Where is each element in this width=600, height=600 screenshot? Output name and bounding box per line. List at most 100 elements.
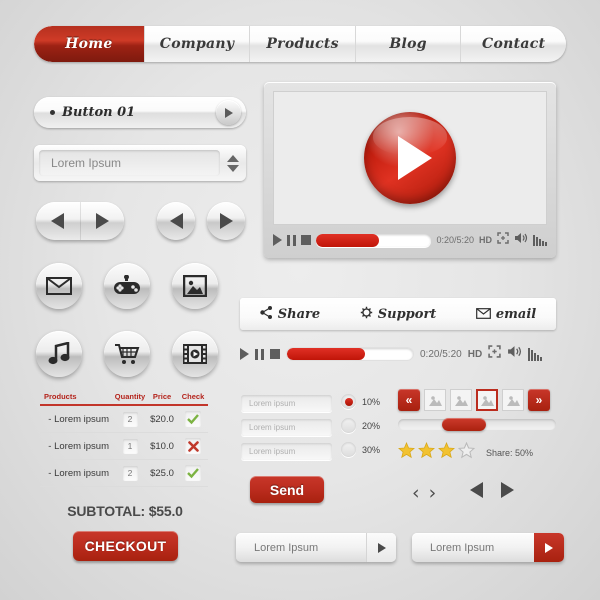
email-button[interactable]: email — [475, 306, 537, 322]
nav-item-products[interactable]: Products — [249, 26, 355, 62]
table-header-row: Products Quantity Price Check — [40, 392, 208, 406]
video-button[interactable] — [172, 331, 218, 377]
carousel-thumbnail[interactable] — [424, 389, 446, 411]
radio-option-20[interactable]: 20% — [341, 418, 380, 433]
search-bar-gray: Lorem Ipsum — [236, 533, 396, 562]
form-input-3[interactable]: Lorem ipsum — [241, 443, 332, 460]
fullscreen-icon[interactable] — [497, 231, 509, 249]
triangle-left-icon[interactable] — [470, 482, 483, 498]
nav-item-label: Contact — [482, 36, 546, 52]
prev-button[interactable] — [36, 202, 81, 240]
music-button[interactable] — [36, 331, 82, 377]
nav-item-home[interactable]: Home — [34, 26, 144, 62]
pause-icon[interactable] — [255, 348, 264, 360]
check-yes-icon[interactable] — [185, 411, 201, 427]
hd-label[interactable]: HD — [468, 349, 482, 360]
speaker-icon[interactable] — [514, 231, 528, 249]
radio-label: 20% — [362, 420, 381, 431]
column-header-price: Price — [152, 392, 172, 401]
pause-icon[interactable] — [287, 234, 296, 246]
nav-item-company[interactable]: Company — [143, 26, 250, 62]
play-arrow-icon[interactable] — [216, 100, 241, 125]
next-icon — [219, 213, 233, 229]
star-empty-icon[interactable] — [457, 441, 476, 464]
cart-button[interactable] — [104, 331, 150, 377]
table-row[interactable]: - Lorem ipsum 2 $25.0 — [40, 460, 208, 487]
carousel-next-button[interactable]: » — [528, 389, 550, 411]
play-icon[interactable] — [240, 348, 249, 360]
radio-button[interactable] — [341, 394, 356, 409]
star-filled-icon[interactable] — [398, 441, 415, 464]
email-label: email — [495, 306, 537, 322]
share-percent-label: Share: 50% — [486, 448, 534, 458]
quantity-value[interactable]: 1 — [122, 438, 138, 454]
play-icon[interactable] — [273, 234, 282, 246]
support-button[interactable]: Support — [360, 306, 437, 322]
gamepad-icon — [113, 275, 141, 297]
hd-label[interactable]: HD — [479, 235, 492, 245]
table-row[interactable]: - Lorem ipsum 1 $10.0 — [40, 433, 208, 460]
chevron-right-icon[interactable]: › — [429, 482, 437, 504]
round-prev-button[interactable] — [157, 202, 195, 240]
form-input-2[interactable]: Lorem ipsum — [241, 419, 332, 436]
radio-option-30[interactable]: 30% — [341, 442, 380, 457]
share-icon — [260, 306, 273, 322]
nav-item-blog[interactable]: Blog — [354, 26, 461, 62]
search-submit-button[interactable] — [534, 533, 564, 562]
send-button[interactable]: Send — [250, 476, 324, 503]
check-no-icon[interactable] — [185, 438, 201, 454]
quantity-value[interactable]: 2 — [122, 465, 138, 481]
envelope-icon — [475, 307, 491, 322]
progress-bar[interactable] — [316, 233, 432, 247]
carousel-thumbnail[interactable] — [502, 389, 524, 411]
gamepad-button[interactable] — [104, 263, 150, 309]
bullet-icon — [50, 110, 55, 115]
triangle-up-icon[interactable] — [227, 154, 239, 162]
carousel-prev-button[interactable]: « — [398, 389, 420, 411]
quantity-value[interactable]: 2 — [122, 411, 138, 427]
envelope-button[interactable] — [36, 263, 82, 309]
search-input[interactable]: Lorem Ipsum — [412, 542, 534, 554]
star-filled-icon[interactable] — [438, 441, 455, 464]
carousel-thumbnail-selected[interactable] — [476, 389, 498, 411]
share-button[interactable]: Share — [260, 306, 320, 322]
radio-button[interactable] — [341, 442, 356, 457]
price-value: $10.0 — [150, 440, 174, 452]
triangle-down-icon[interactable] — [227, 164, 239, 172]
share-label: Share — [277, 306, 321, 322]
fullscreen-icon[interactable] — [488, 345, 501, 363]
progress-bar[interactable] — [286, 347, 414, 361]
time-display: 0:20/5:20 — [436, 235, 474, 245]
search-submit-button[interactable] — [366, 533, 396, 562]
check-yes-icon[interactable] — [185, 465, 201, 481]
video-screen[interactable] — [273, 91, 547, 225]
spinner-buttons — [220, 154, 246, 172]
stop-icon[interactable] — [301, 235, 311, 245]
form-input-1[interactable]: Lorem ipsum — [241, 395, 332, 412]
range-slider[interactable] — [398, 418, 556, 431]
radio-button[interactable] — [341, 418, 356, 433]
carousel-thumbnail[interactable] — [450, 389, 472, 411]
support-label: Support — [377, 306, 437, 322]
stop-icon[interactable] — [270, 349, 280, 359]
image-button[interactable] — [172, 263, 218, 309]
round-next-button[interactable] — [207, 202, 245, 240]
search-input[interactable]: Lorem Ipsum — [236, 542, 366, 554]
checkout-button[interactable]: CHECKOUT — [73, 531, 178, 561]
radio-label: 30% — [362, 444, 381, 455]
music-note-icon — [48, 342, 70, 366]
chevron-pager: ‹ › — [412, 482, 436, 504]
table-row[interactable]: - Lorem ipsum 2 $20.0 — [40, 406, 208, 433]
star-filled-icon[interactable] — [418, 441, 435, 464]
radio-label: 10% — [362, 396, 381, 407]
button-01[interactable]: Button 01 — [34, 97, 246, 128]
chevron-left-icon[interactable]: ‹ — [412, 482, 420, 504]
big-play-button-icon[interactable] — [364, 112, 456, 204]
next-button[interactable] — [81, 202, 125, 240]
triangle-right-icon[interactable] — [501, 482, 514, 498]
radio-option-10[interactable]: 10% — [341, 394, 380, 409]
speaker-icon[interactable] — [507, 345, 522, 363]
spinner-input[interactable]: Lorem Ipsum — [39, 150, 220, 176]
column-header-products: Products — [44, 392, 77, 401]
nav-item-contact[interactable]: Contact — [460, 26, 566, 62]
